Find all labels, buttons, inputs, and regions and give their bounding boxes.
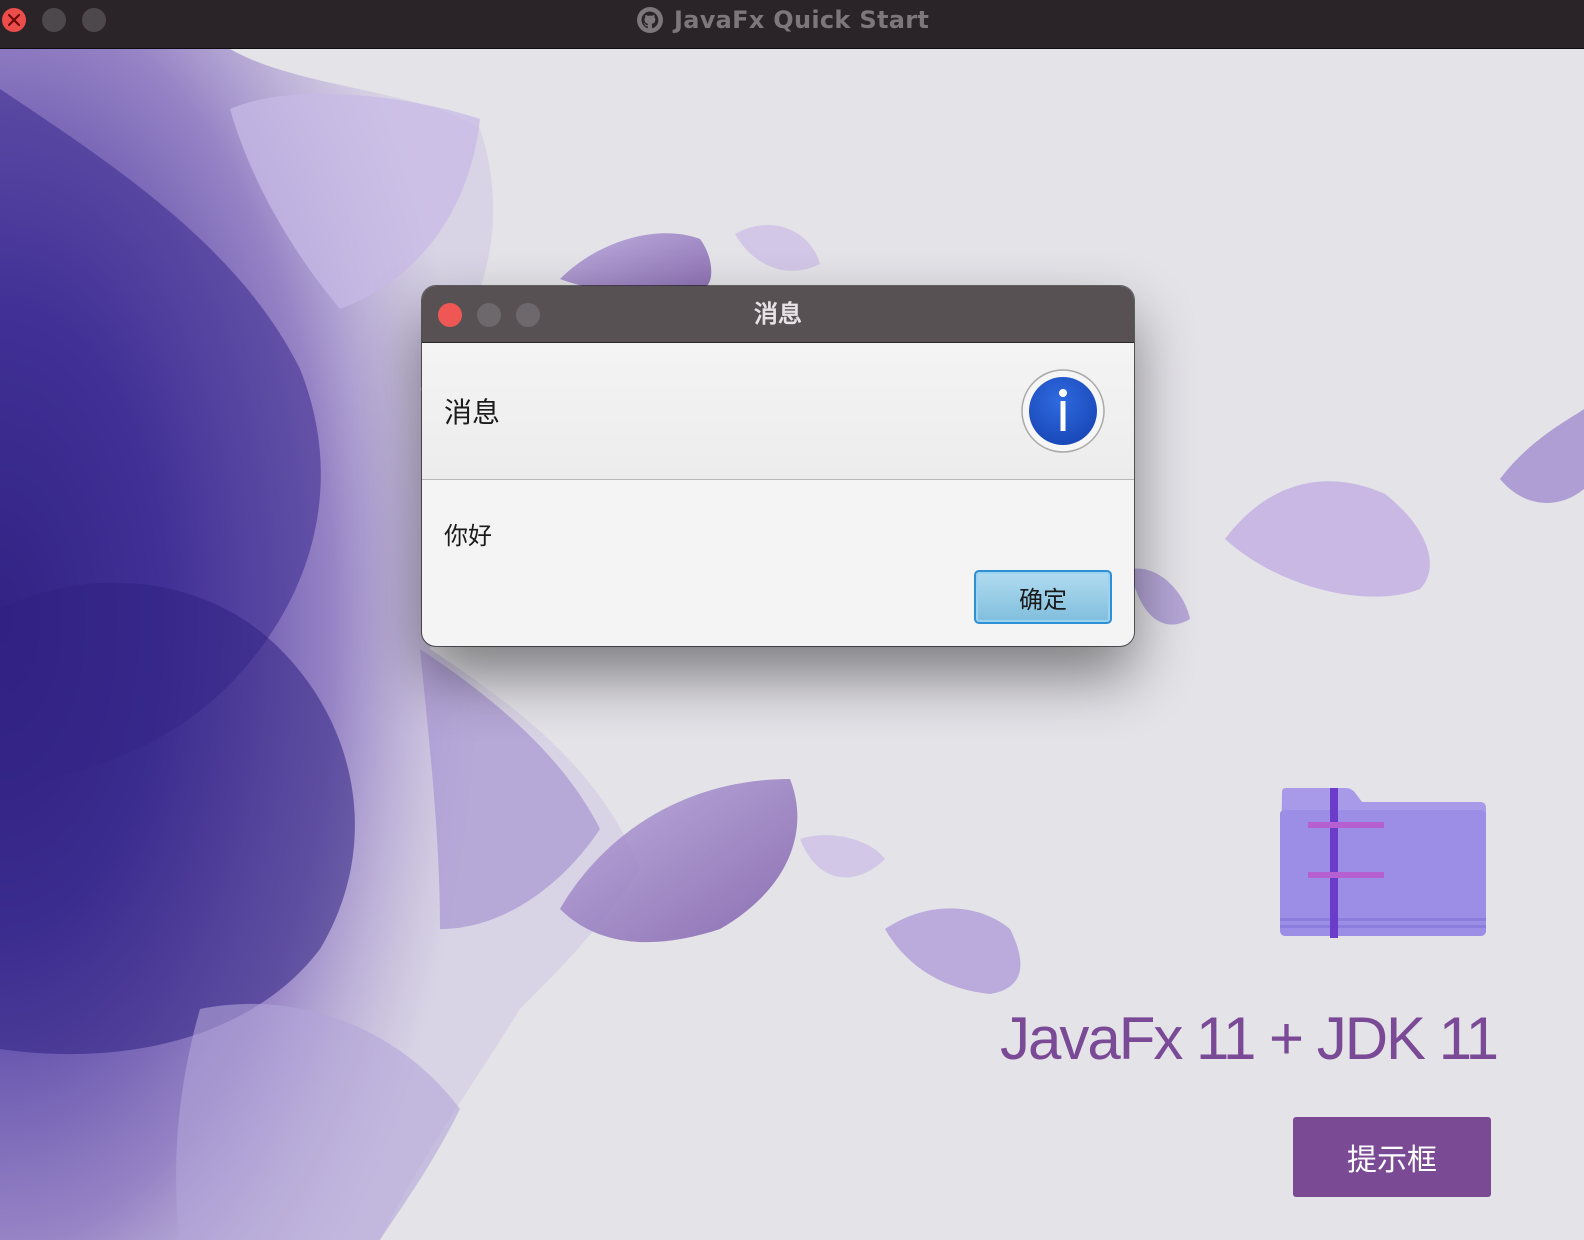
window-title-group: JavaFx Quick Start bbox=[636, 4, 929, 36]
window-title: JavaFx Quick Start bbox=[674, 6, 930, 34]
alert-dialog: 消息 消息 你好 确定 bbox=[422, 286, 1134, 646]
show-alert-button[interactable]: 提示框 bbox=[1293, 1117, 1491, 1197]
dialog-content-text: 你好 bbox=[444, 522, 492, 550]
folder-icon bbox=[1280, 788, 1486, 938]
dialog-header-text: 消息 bbox=[444, 396, 501, 429]
app-headline: JavaFx 11 + JDK 11 bbox=[1000, 1005, 1499, 1072]
window-zoom-button[interactable] bbox=[82, 8, 106, 32]
close-icon bbox=[7, 13, 21, 27]
dialog-header: 消息 bbox=[422, 343, 1134, 480]
window-close-button[interactable] bbox=[2, 8, 26, 32]
app-window: JavaFx Quick Start JavaFx 11 + JDK 11 提示… bbox=[0, 0, 1584, 1240]
dialog-title: 消息 bbox=[754, 300, 802, 328]
github-icon bbox=[637, 7, 663, 33]
ok-button[interactable]: 确定 bbox=[974, 570, 1112, 624]
info-icon bbox=[1021, 369, 1105, 453]
title-bar: JavaFx Quick Start bbox=[0, 0, 1584, 49]
window-minimize-button[interactable] bbox=[42, 8, 66, 32]
dialog-title-bar: 消息 bbox=[422, 286, 1134, 343]
